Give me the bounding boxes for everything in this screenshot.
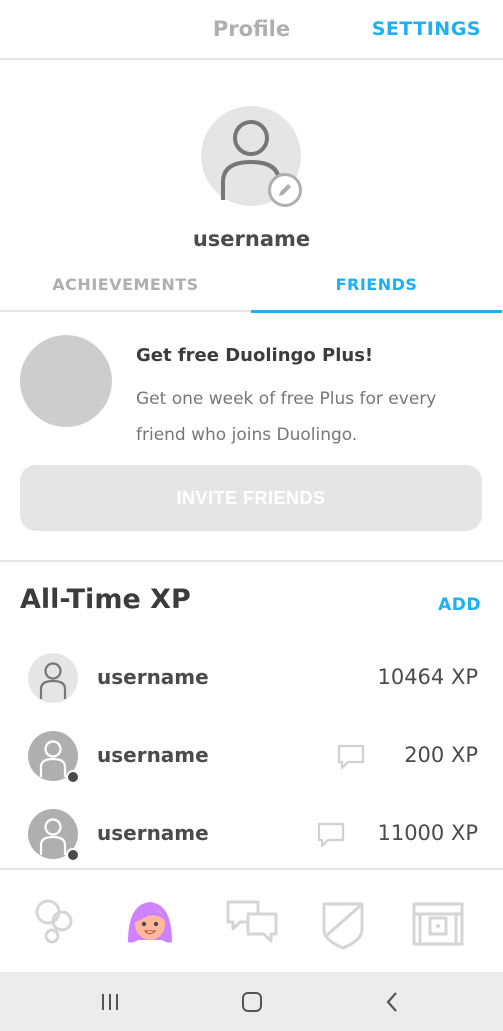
back-icon (386, 992, 397, 1012)
friend-xp: 10464 XP (377, 665, 478, 689)
friend-xp: 11000 XP (377, 821, 478, 845)
recents-button[interactable] (98, 990, 122, 1014)
chat-icon[interactable] (316, 820, 346, 850)
shop-chest-icon (412, 902, 464, 946)
promo-title: Get free Duolingo Plus! (136, 345, 374, 366)
leaderboard-title: All-Time XP (20, 584, 191, 615)
divider (0, 560, 503, 562)
friend-row[interactable]: username 200 XP (0, 731, 503, 801)
tab-achievements[interactable]: ACHIEVEMENTS (0, 266, 251, 312)
recents-icon (102, 994, 118, 1010)
edit-avatar-button[interactable] (268, 173, 302, 207)
discussion-icon (226, 900, 278, 943)
bottom-navigation (0, 868, 503, 972)
profile-username: username (192, 227, 311, 251)
add-friend-button[interactable]: ADD (438, 595, 481, 615)
nav-discussion[interactable] (224, 896, 280, 952)
nav-learn[interactable] (26, 896, 82, 952)
home-button[interactable] (240, 990, 264, 1014)
home-icon (242, 992, 262, 1012)
settings-button[interactable]: SETTINGS (372, 18, 481, 40)
learn-icon (35, 899, 73, 944)
nav-leagues[interactable] (316, 896, 372, 952)
top-bar: Profile SETTINGS (0, 0, 503, 60)
friend-row[interactable]: username 10464 XP (0, 653, 503, 723)
friend-name: username (97, 665, 209, 689)
back-button[interactable] (381, 990, 405, 1014)
online-status-dot (66, 848, 80, 862)
system-navigation-bar (0, 972, 503, 1031)
nav-profile[interactable] (122, 896, 178, 952)
invite-friends-button[interactable]: INVITE FRIENDS (20, 465, 482, 531)
promo-description: Get one week of free Plus for every frie… (136, 389, 437, 445)
profile-avatar-icon (128, 902, 172, 943)
person-icon (39, 662, 67, 699)
friend-avatar (28, 653, 78, 703)
tab-friends[interactable]: FRIENDS (251, 266, 502, 313)
online-status-dot (66, 770, 80, 784)
chat-icon[interactable] (336, 742, 366, 772)
pencil-icon (279, 184, 291, 196)
promo-image (20, 335, 112, 427)
friend-name: username (97, 743, 209, 767)
profile-tabs: ACHIEVEMENTS FRIENDS (0, 266, 503, 313)
friend-name: username (97, 821, 209, 845)
friend-xp: 200 XP (404, 743, 478, 767)
league-shield-icon (322, 902, 364, 950)
nav-shop[interactable] (410, 896, 466, 952)
